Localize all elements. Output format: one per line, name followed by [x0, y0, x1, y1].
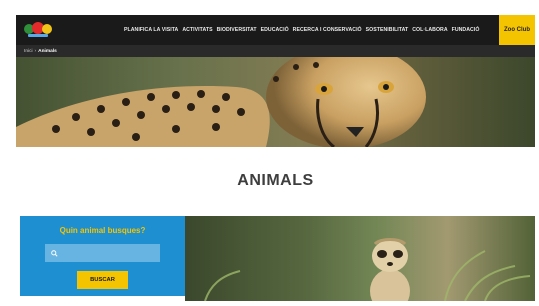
menu-item-col-labora[interactable]: COL·LABORA	[412, 27, 447, 33]
page-title-section: ANIMALS	[16, 147, 535, 215]
menu-item-biodiversitat[interactable]: BIODIVERSITAT	[217, 27, 257, 33]
search-button[interactable]: BUSCAR	[77, 271, 128, 289]
zoo-club-button[interactable]: Zoo Club	[499, 15, 535, 45]
meerkat-illustration	[185, 216, 535, 301]
top-navigation: PLANIFICA LA VISITA ACTIVITATS BIODIVERS…	[16, 15, 535, 45]
menu-item-planifica-la-visita[interactable]: PLANIFICA LA VISITA	[124, 27, 178, 33]
breadcrumb: Inici › Animals	[16, 45, 535, 57]
menu-item-educacio[interactable]: EDUCACIÓ	[261, 27, 289, 33]
menu-item-sostenibilitat[interactable]: SOSTENIBILITAT	[366, 27, 409, 33]
main-menu: PLANIFICA LA VISITA ACTIVITATS BIODIVERS…	[124, 15, 479, 45]
meerkat-image	[185, 216, 535, 301]
page-frame: PLANIFICA LA VISITA ACTIVITATS BIODIVERS…	[16, 15, 535, 301]
zoo-logo[interactable]	[24, 21, 54, 39]
cheetah-illustration	[16, 57, 535, 147]
search-icon	[51, 249, 58, 257]
search-input[interactable]	[61, 246, 160, 260]
search-field[interactable]	[45, 244, 160, 262]
page-title: ANIMALS	[237, 172, 314, 189]
search-heading: Quin animal busques?	[59, 226, 146, 235]
logo-blue-bar	[28, 34, 48, 37]
breadcrumb-current: Animals	[38, 48, 57, 54]
logo-yellow-dot	[42, 24, 52, 34]
animal-search-panel: Quin animal busques? BUSCAR	[20, 216, 185, 296]
menu-item-recerca-i-conservacio[interactable]: RECERCA I CONSERVACIÓ	[293, 27, 362, 33]
breadcrumb-home[interactable]: Inici	[24, 49, 33, 54]
menu-item-fundacio[interactable]: FUNDACIÓ	[452, 27, 480, 33]
menu-item-activitats[interactable]: ACTIVITATS	[182, 27, 212, 33]
hero-image-cheetah	[16, 57, 535, 147]
breadcrumb-separator: ›	[34, 48, 37, 54]
